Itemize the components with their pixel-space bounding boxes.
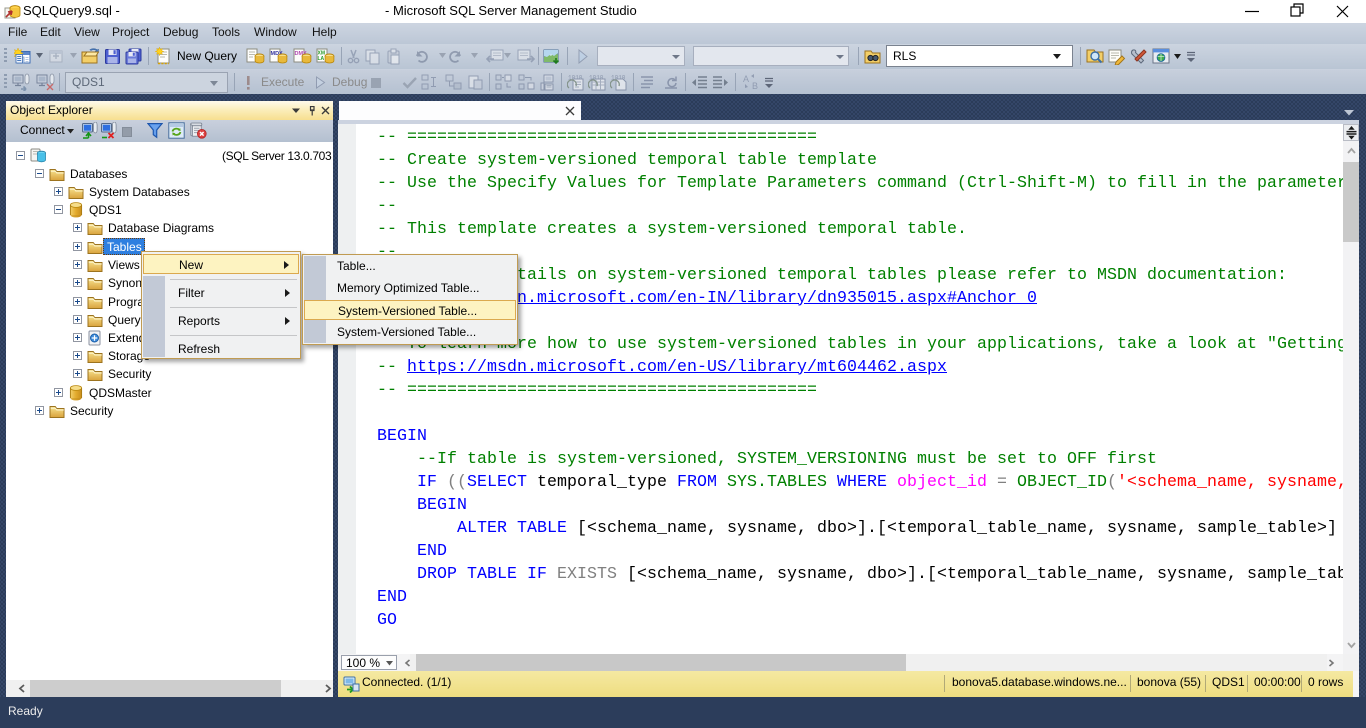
svg-text:B: B xyxy=(752,81,758,91)
svg-text:A: A xyxy=(743,74,749,84)
svg-text:LA: LA xyxy=(318,56,325,62)
